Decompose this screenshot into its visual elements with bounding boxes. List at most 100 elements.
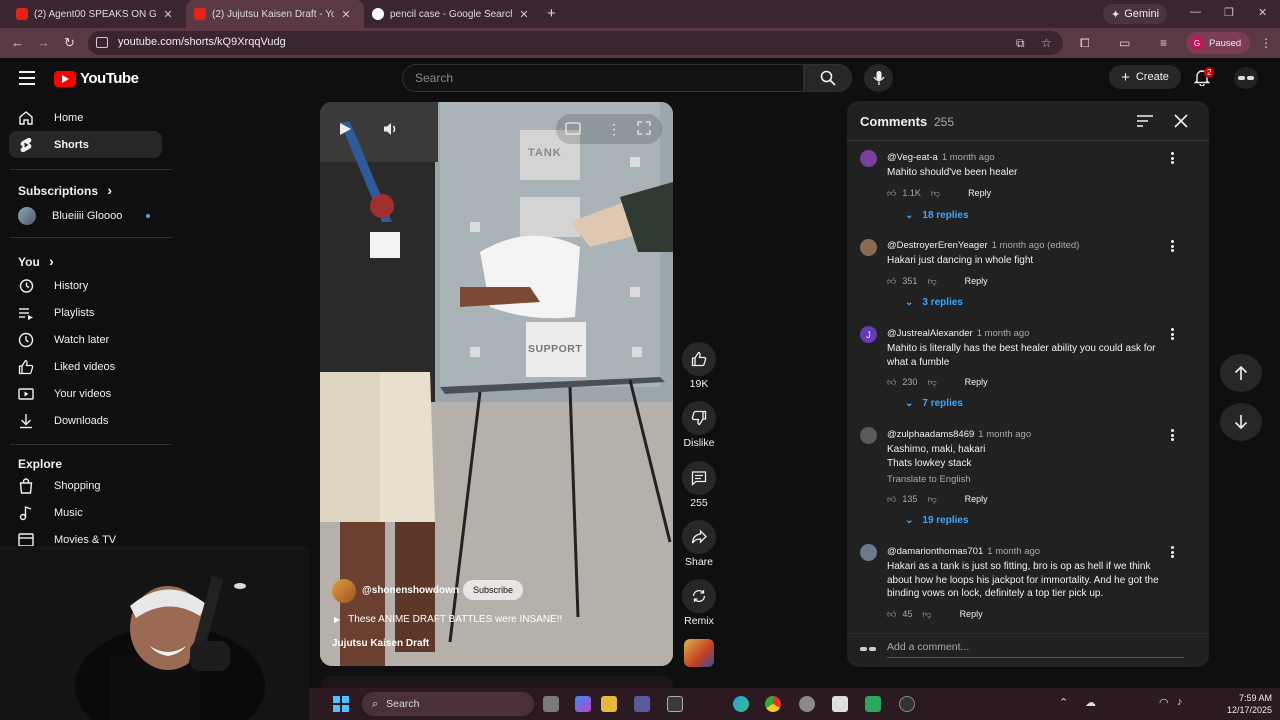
sidebar-item-music[interactable]: Music [9, 499, 162, 526]
menu-hamburger-icon[interactable] [19, 71, 35, 89]
comment-like-button[interactable]: 👍︎ 1.1K [887, 188, 921, 199]
taskbar-search[interactable]: ⌕ Search [362, 692, 534, 716]
edge-icon[interactable] [733, 696, 749, 712]
sidebar-item-liked-videos[interactable]: Liked videos [9, 353, 162, 380]
browser-tab-0[interactable]: (2) Agent00 SPEAKS ON GETTIN ✕ [8, 0, 186, 28]
sidebar-item-downloads[interactable]: Downloads [9, 407, 162, 434]
taskbar-clock[interactable]: 7:59 AM 12/17/2025 [1218, 692, 1272, 716]
sidebar-item-history[interactable]: History [9, 272, 162, 299]
obs-icon[interactable] [899, 696, 915, 712]
tray-chevron-icon[interactable]: ⌃ [1059, 696, 1068, 709]
search-button[interactable] [804, 64, 852, 92]
comment-author[interactable]: @damarionthomas701 1 month ago [887, 546, 1040, 557]
sidebar-item-playlists[interactable]: Playlists [9, 299, 162, 326]
remix-button[interactable] [682, 579, 716, 613]
commenter-avatar[interactable] [860, 427, 877, 444]
commenter-avatar[interactable] [860, 239, 877, 256]
comment-dislike-icon[interactable]: 👎︎ [927, 377, 936, 388]
channel-handle[interactable]: @shonenshowdown [362, 585, 459, 596]
settings-icon[interactable] [799, 696, 815, 712]
comments-button[interactable] [682, 461, 716, 495]
sidebar-item-home[interactable]: Home [9, 104, 162, 131]
comment-dislike-icon[interactable]: 👎︎ [922, 609, 931, 620]
volume-tray-icon[interactable]: ♪ [1177, 696, 1183, 708]
comment-like-button[interactable]: 👍︎ 45 [887, 609, 912, 620]
profile-button[interactable]: G Paused [1186, 32, 1250, 54]
reading-mode-icon[interactable]: ▭ [1119, 36, 1130, 50]
window-close-icon[interactable]: ✕ [1258, 6, 1267, 19]
next-short-button[interactable] [1220, 403, 1262, 441]
tab-close-icon[interactable]: ✕ [518, 8, 530, 21]
comment-like-button[interactable]: 👍︎ 135 [887, 494, 917, 505]
subscriptions-heading[interactable]: Subscriptions › [18, 182, 112, 198]
install-app-icon[interactable]: ⧉ [1016, 36, 1025, 51]
comment-menu-icon[interactable] [1171, 328, 1175, 342]
create-button[interactable]: + Create [1109, 65, 1181, 89]
reload-icon[interactable]: ↻ [64, 35, 75, 51]
sidebar-item-shopping[interactable]: Shopping [9, 472, 162, 499]
view-replies-button[interactable]: ⌄ 18 replies [905, 210, 969, 221]
video-caption[interactable]: ▶ These ANIME DRAFT BATTLES were INSANE!… [334, 614, 562, 625]
chrome-menu-icon[interactable]: ⋮ [1260, 36, 1272, 50]
file-explorer-icon[interactable] [601, 696, 617, 712]
app-download-icon[interactable] [865, 696, 881, 712]
comment-dislike-icon[interactable]: 👎︎ [927, 494, 936, 505]
extensions-icon[interactable]: ⧠ [1080, 36, 1090, 51]
search-input[interactable]: Search [402, 64, 804, 92]
sound-channel-thumbnail[interactable] [684, 639, 714, 667]
comment-author[interactable]: @Veg-eat-a 1 month ago [887, 152, 995, 163]
windows-start-icon[interactable] [333, 696, 349, 712]
copilot-icon[interactable] [575, 696, 591, 712]
site-info-icon[interactable] [96, 37, 108, 48]
previous-short-button[interactable] [1220, 354, 1262, 392]
reply-button[interactable]: Reply [965, 494, 988, 504]
commenter-avatar[interactable]: J [860, 326, 877, 343]
comment-dislike-icon[interactable]: 👎︎ [931, 188, 940, 199]
comment-menu-icon[interactable] [1171, 546, 1175, 560]
play-pause-button[interactable] [332, 116, 358, 142]
commenter-avatar[interactable] [860, 150, 877, 167]
comment-menu-icon[interactable] [1171, 240, 1175, 254]
comment-author[interactable]: @zulphaadams8469 1 month ago [887, 429, 1031, 440]
fullscreen-icon[interactable] [637, 121, 651, 140]
store-icon[interactable] [634, 696, 650, 712]
gemini-button[interactable]: ✦ Gemini [1103, 4, 1168, 24]
onedrive-icon[interactable]: ☁ [1085, 696, 1096, 709]
like-button[interactable] [682, 342, 716, 376]
comment-menu-icon[interactable] [1171, 152, 1175, 166]
reply-button[interactable]: Reply [965, 377, 988, 387]
app-icon[interactable] [832, 696, 848, 712]
browser-tab-1[interactable]: (2) Jujutsu Kaisen Draft - YouTu ✕ [186, 0, 364, 28]
capcut-icon[interactable] [667, 696, 683, 712]
comment-author[interactable]: @JustrealAlexander 1 month ago [887, 328, 1030, 339]
comment-author[interactable]: @DestroyerErenYeager 1 month ago (edited) [887, 240, 1079, 251]
sidebar-item-watch-later[interactable]: Watch later [9, 326, 162, 353]
comment-like-button[interactable]: 👍︎ 230 [887, 377, 917, 388]
sidebar-subscription-item[interactable]: Blueiiii Gloooo [9, 202, 162, 229]
media-controls-icon[interactable]: ≡ [1160, 36, 1167, 50]
you-heading[interactable]: You › [18, 253, 54, 269]
browser-tab-2[interactable]: pencil case - Google Search ✕ [364, 0, 542, 28]
view-replies-button[interactable]: ⌄ 19 replies [905, 515, 969, 526]
wifi-icon[interactable]: ◠ [1159, 696, 1169, 709]
voice-search-button[interactable] [864, 64, 893, 92]
share-button[interactable] [682, 520, 716, 554]
new-tab-button[interactable]: + [547, 5, 556, 22]
add-comment-input[interactable]: Add a comment... [887, 641, 1184, 658]
close-comments-button[interactable] [1174, 114, 1188, 133]
back-arrow-icon[interactable]: ← [11, 35, 24, 50]
subscribe-button[interactable]: Subscribe [463, 580, 524, 600]
account-avatar[interactable] [1234, 67, 1258, 89]
sidebar-item-shorts[interactable]: Shorts [9, 131, 162, 158]
view-replies-button[interactable]: ⌄ 7 replies [905, 398, 963, 409]
dislike-button[interactable] [682, 401, 716, 435]
captions-icon[interactable] [565, 122, 581, 140]
translate-link[interactable]: Translate to English [887, 474, 971, 485]
comment-menu-icon[interactable] [1171, 429, 1175, 443]
comment-dislike-icon[interactable]: 👎︎ [927, 276, 936, 287]
reply-button[interactable]: Reply [968, 188, 991, 198]
address-bar[interactable]: youtube.com/shorts/kQ9XrqqVudg ⧉ ☆ [88, 31, 1063, 55]
commenter-avatar[interactable] [860, 544, 877, 561]
comment-like-button[interactable]: 👍︎ 351 [887, 276, 917, 287]
reply-button[interactable]: Reply [965, 276, 988, 286]
